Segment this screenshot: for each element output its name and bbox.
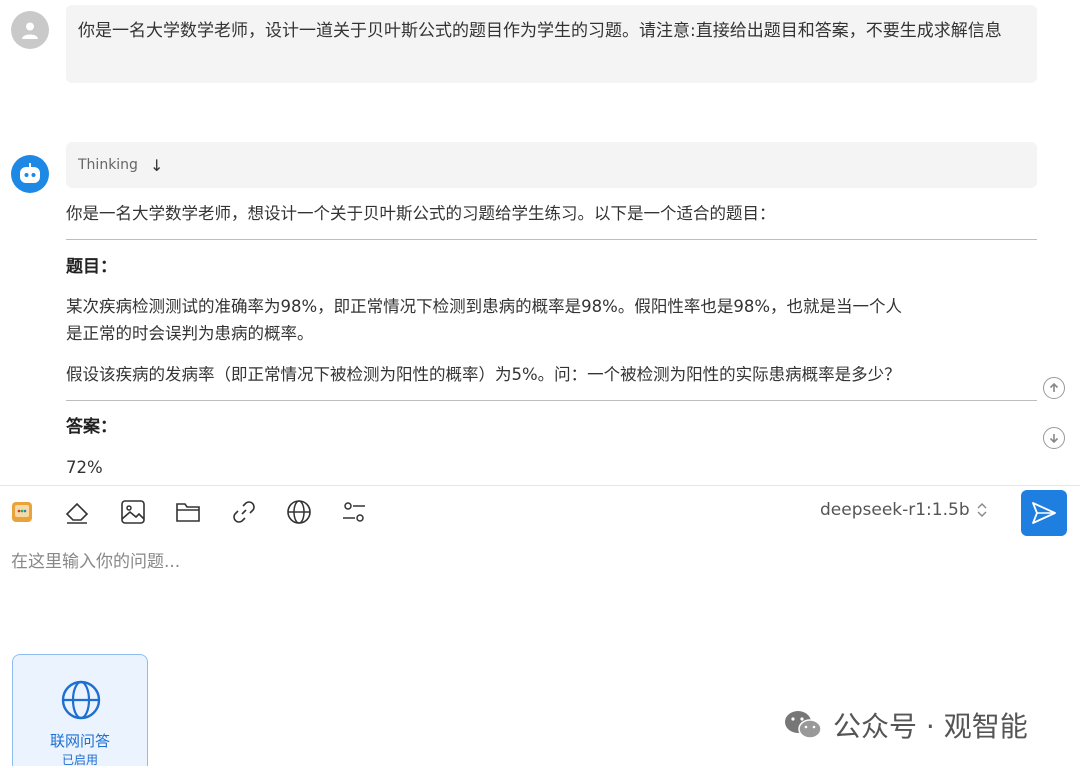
user-message: 你是一名大学数学老师，设计一道关于贝叶斯公式的题目作为学生的习题。请注意:直接给… [66,5,1037,83]
bot-intro: 你是一名大学数学老师，想设计一个关于贝叶斯公式的习题给学生练习。以下是一个适合的… [66,204,776,223]
thinking-label: Thinking [78,157,138,173]
model-name: deepseek-r1:1.5b [820,500,970,520]
settings-sliders-icon [343,502,365,522]
user-icon [22,22,38,39]
folder-icon [176,503,200,522]
input-divider [0,485,1080,486]
model-selector[interactable]: deepseek-r1:1.5b [820,500,988,520]
link-button[interactable] [229,497,259,527]
question-paragraph-1-line-1: 某次疾病检测测试的准确率为98%，即正常情况下检测到患病的概率是98%。假阳性率… [66,297,903,316]
scroll-up-button[interactable] [1043,377,1065,399]
folder-button[interactable] [173,497,203,527]
web-search-button[interactable] [284,497,314,527]
web-qa-label: 联网问答 [49,732,110,750]
app-icon [12,502,32,522]
image-icon [121,500,145,524]
question-heading: 题目： [66,257,117,277]
arrow-down-icon [1049,434,1059,444]
user-avatar [11,11,49,49]
settings-button[interactable] [339,497,369,527]
thinking-toggle[interactable]: Thinking ↓ [66,142,1037,188]
eraser-icon [65,502,89,524]
web-qa-card[interactable]: 联网问答 已启用 [12,654,148,767]
app-icon-button[interactable] [7,497,37,527]
web-qa-status: 已启用 [61,753,98,767]
divider [66,400,1037,401]
chevron-updown-icon [977,503,987,517]
answer-heading: 答案： [66,417,117,437]
divider [66,239,1037,240]
answer-value: 72% [66,458,103,477]
arrow-down-icon: ↓ [149,155,164,175]
question-input[interactable] [0,545,1011,579]
watermark: 公众号 · 观智能 [783,705,1028,745]
user-message-text: 你是一名大学数学老师，设计一道关于贝叶斯公式的题目作为学生的习题。请注意:直接给… [78,21,1002,41]
scroll-down-button[interactable] [1043,427,1065,449]
send-icon [1032,502,1056,524]
send-button[interactable] [1021,490,1067,536]
image-button[interactable] [118,497,148,527]
globe-icon [287,500,311,524]
eraser-button[interactable] [62,497,92,527]
robot-icon [20,163,40,183]
bot-avatar [11,155,49,193]
wechat-icon [785,711,822,739]
question-paragraph-1-line-2: 是正常的时会误判为患病的概率。 [66,324,314,343]
watermark-text: 公众号 · 观智能 [833,710,1028,743]
question-paragraph-2: 假设该疾病的发病率（即正常情况下被检测为阳性的概率）为5%。问：一个被检测为阳性… [66,365,901,384]
link-icon [233,501,255,523]
arrow-up-icon [1049,382,1059,392]
globe-icon [61,680,101,720]
